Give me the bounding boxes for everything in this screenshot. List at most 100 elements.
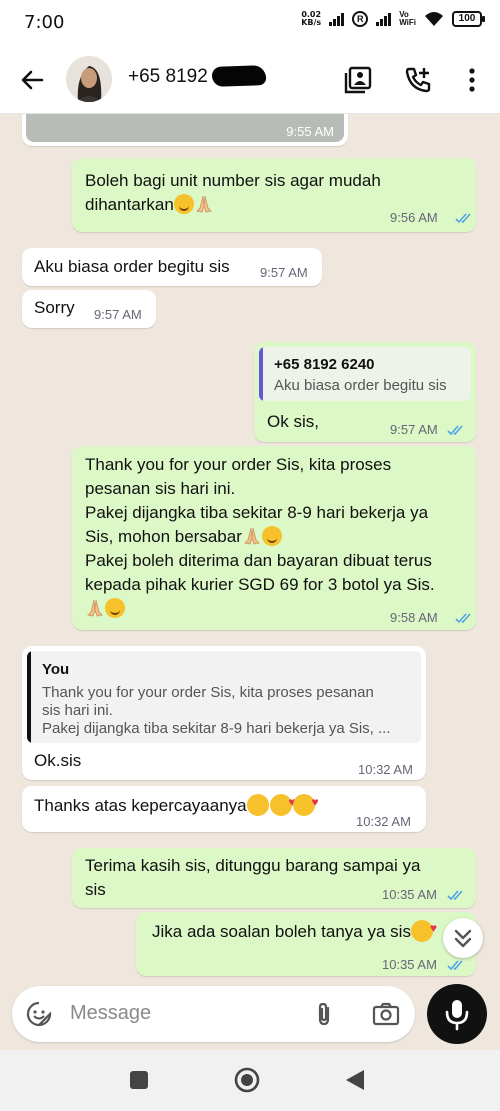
emoji-line [85, 597, 435, 621]
outgoing-message[interactable]: Boleh bagi unit number sis agar mudah di… [72, 158, 476, 232]
message-text: Boleh bagi unit number sis agar mudah di… [85, 169, 381, 217]
quoted-author: +65 8192 6240 [274, 356, 375, 373]
message-line: Thank you for your order Sis, kita prose… [85, 455, 392, 474]
read-receipt-icon [447, 425, 463, 436]
quoted-text: Aku biasa order begitu sis [274, 377, 447, 394]
message-line: Pakej boleh diterima dan bayaran dibuat … [85, 551, 432, 570]
status-time: 7:00 [24, 12, 65, 33]
outgoing-message[interactable]: Terima kasih sis, ditunggu barang sampai… [72, 848, 476, 908]
back-nav-icon[interactable] [344, 1068, 366, 1092]
outgoing-message[interactable]: +65 8192 6240 Aku biasa order begitu sis… [254, 342, 476, 442]
message-line: Sis, mohon bersabar [85, 527, 242, 546]
double-chevron-down-icon [454, 929, 472, 948]
incoming-message[interactable]: Thanks atas kepercayaanya 10:32 AM [22, 786, 426, 832]
message-text: Terima kasih sis, ditunggu barang sampai… [85, 854, 420, 902]
read-receipt-icon [447, 890, 463, 901]
add-call-icon[interactable] [402, 64, 434, 96]
read-receipt-icon [447, 960, 463, 971]
message-composer [12, 986, 415, 1042]
message-text: Thank you for your order Sis, kita prose… [85, 453, 435, 621]
message-text: Thanks atas kepercayaanya [34, 790, 319, 818]
message-line: Pakej dijangka tiba sekitar 8-9 hari bek… [85, 503, 429, 522]
message-text: Jika ada soalan boleh tanya ya sis [152, 916, 437, 944]
message-time: 9:56 AM [390, 210, 438, 225]
message-line-with-emoji: dihantarkan [85, 193, 381, 217]
smiling-hearts-emoji-icon [269, 790, 296, 816]
message-time: 10:32 AM [358, 762, 413, 777]
read-receipt-icon [455, 213, 471, 224]
praying-hands-emoji-icon [244, 527, 260, 545]
camera-icon[interactable] [372, 1001, 400, 1027]
message-line: pesanan sis hari ini. [85, 479, 236, 498]
quote-bar [27, 651, 31, 743]
recents-icon[interactable] [128, 1069, 150, 1091]
message-text: Aku biasa order begitu sis [34, 257, 230, 276]
message-line: Boleh bagi unit number sis agar mudah [85, 171, 381, 190]
redaction-mark [211, 65, 267, 87]
message-text: Ok sis, [267, 412, 319, 431]
roaming-icon: R [352, 11, 369, 27]
message-time: 10:35 AM [382, 887, 437, 902]
quoted-message[interactable]: +65 8192 6240 Aku biasa order begitu sis [259, 347, 471, 401]
smiling-emoji-icon [261, 526, 282, 546]
quoted-line: sis hari ini. [42, 702, 113, 719]
message-text: Sorry [34, 298, 75, 317]
outgoing-message[interactable]: Thank you for your order Sis, kita prose… [72, 446, 476, 630]
outgoing-message[interactable]: Jika ada soalan boleh tanya ya sis 10:35… [136, 912, 476, 976]
back-arrow-icon[interactable] [16, 64, 48, 96]
message-time: 9:57 AM [94, 307, 142, 322]
avatar[interactable] [66, 56, 112, 102]
vowifi-bottom: WiFi [399, 18, 416, 27]
message-line: Thanks atas kepercayaanya [34, 796, 247, 815]
quoted-author: You [42, 661, 70, 678]
message-time: 9:57 AM [390, 422, 438, 437]
message-line: Terima kasih sis, ditunggu barang sampai… [85, 856, 421, 875]
quoted-message[interactable]: You Thank you for your order Sis, kita p… [27, 651, 421, 743]
quoted-line: Thank you for your order Sis, kita prose… [42, 684, 374, 701]
message-line-with-emoji: Sis, mohon bersabar [85, 525, 435, 549]
incoming-message[interactable]: You Thank you for your order Sis, kita p… [22, 646, 426, 780]
message-time: 10:35 AM [382, 957, 437, 972]
message-time: 9:55 AM [286, 124, 334, 139]
quoted-text: Thank you for your order Sis, kita prose… [42, 684, 391, 738]
contact-name[interactable]: +65 8192 [128, 66, 208, 88]
emoji-icon[interactable] [26, 1001, 52, 1027]
status-icons: 0.02 KB/s R Vo WiFi 100 [301, 11, 485, 27]
message-time: 10:32 AM [356, 814, 411, 829]
message-line: Jika ada soalan boleh tanya ya sis [152, 922, 411, 941]
media-icon[interactable] [342, 64, 374, 96]
chat-header: +65 8192 [0, 46, 500, 114]
image-message[interactable]: 9:55 AM [22, 114, 348, 146]
read-receipt-icon [455, 613, 471, 624]
incoming-message[interactable]: Sorry 9:57 AM [22, 290, 156, 328]
chat-area[interactable]: 9:55 AM Boleh bagi unit number sis agar … [0, 114, 500, 994]
signal-icon [329, 12, 345, 26]
praying-hands-emoji-icon [196, 195, 212, 213]
quoted-line: Pakej dijangka tiba sekitar 8-9 hari bek… [42, 720, 391, 737]
message-line: kepada pihak kurier SGD 69 for 3 botol y… [85, 575, 435, 594]
network-speed: 0.02 KB/s [301, 11, 321, 27]
smiling-hearts-emoji-icon [410, 916, 437, 942]
home-icon[interactable] [233, 1066, 261, 1094]
message-line: sis [85, 880, 106, 899]
more-vert-icon[interactable] [456, 64, 488, 96]
message-input[interactable] [70, 1002, 290, 1025]
avatar-image [66, 56, 112, 102]
smiling-emoji-icon [173, 194, 194, 214]
message-text: Ok.sis [34, 751, 82, 770]
system-nav-bar [0, 1050, 500, 1111]
incoming-message[interactable]: Aku biasa order begitu sis 9:57 AM [22, 248, 322, 286]
status-bar: 7:00 0.02 KB/s R Vo WiFi 100 [0, 0, 500, 46]
vowifi-icon: Vo WiFi [399, 11, 416, 27]
attach-icon[interactable] [312, 1001, 336, 1027]
signal-icon-2 [376, 12, 392, 26]
message-line: dihantarkan [85, 195, 174, 214]
quote-bar [259, 347, 263, 401]
message-time: 9:57 AM [260, 265, 308, 280]
scroll-to-bottom-button[interactable] [443, 918, 483, 958]
wifi-icon [425, 12, 443, 26]
smiling-hearts-emoji-icon [292, 790, 319, 816]
smiling-emoji-icon [105, 598, 125, 618]
mic-icon [445, 1000, 469, 1031]
mic-button[interactable] [427, 984, 487, 1044]
